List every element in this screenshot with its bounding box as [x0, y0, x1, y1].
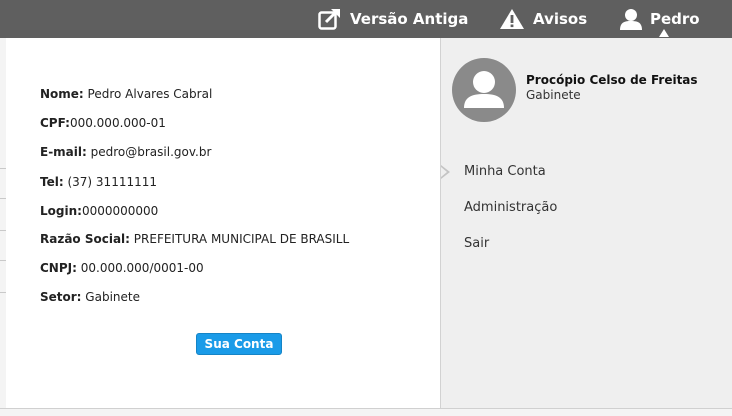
user-dropdown: Nome: Pedro Alvares Cabral CPF:000.000.0… [6, 38, 732, 408]
info-row-cnpj: CNPJ: 00.000.000/0001-00 [40, 261, 204, 275]
info-label: E-mail: [40, 145, 87, 159]
info-label: Razão Social: [40, 232, 130, 246]
avisos-link[interactable]: Avisos [499, 0, 587, 38]
info-label: Setor: [40, 290, 82, 304]
info-value: Gabinete [81, 290, 140, 304]
versao-antiga-label: Versão Antiga [350, 10, 469, 28]
user-icon [620, 8, 642, 30]
info-row-razao-social: Razão Social: PREFEITURA MUNICIPAL DE BR… [40, 232, 349, 246]
info-label: Tel: [40, 175, 64, 189]
menu-pointer-icon [441, 165, 450, 179]
info-label: Login: [40, 204, 82, 218]
info-label: CNPJ: [40, 261, 77, 275]
info-row-cpf: CPF:000.000.000-01 [40, 116, 166, 130]
avatar [452, 58, 516, 122]
user-menu-panel: Procópio Celso de Freitas Gabinete Minha… [440, 38, 732, 408]
external-link-icon [318, 8, 342, 30]
info-label: CPF: [40, 116, 70, 130]
info-value: 00.000.000/0001-00 [76, 261, 204, 275]
versao-antiga-link[interactable]: Versão Antiga [318, 0, 468, 38]
info-value: 000.000.000-01 [69, 116, 166, 130]
user-name-label: Pedro [650, 10, 700, 28]
menu-item-minha-conta[interactable]: Minha Conta [464, 164, 546, 179]
account-info-panel: Nome: Pedro Alvares Cabral CPF:000.000.0… [6, 38, 440, 408]
info-value: PREFEITURA MUNICIPAL DE BRASILL [129, 232, 350, 246]
info-value: Pedro Alvares Cabral [83, 87, 213, 101]
info-label: Nome: [40, 87, 84, 101]
top-bar: Versão Antiga Avisos Pedro [0, 0, 732, 38]
profile-role: Gabinete [526, 88, 581, 102]
menu-item-administracao[interactable]: Administração [464, 200, 557, 215]
warning-icon [499, 8, 525, 30]
info-row-login: Login:0000000000 [40, 204, 158, 218]
profile-name: Procópio Celso de Freitas [526, 73, 698, 87]
avatar-person-icon [464, 71, 504, 108]
info-row-email: E-mail: pedro@brasil.gov.br [40, 145, 211, 159]
sua-conta-button[interactable]: Sua Conta [196, 333, 282, 355]
dropdown-caret-icon [659, 29, 669, 37]
info-value: (37) 31111111 [63, 175, 157, 189]
info-row-tel: Tel: (37) 31111111 [40, 175, 157, 189]
info-value: 0000000000 [81, 204, 159, 218]
info-row-nome: Nome: Pedro Alvares Cabral [40, 87, 212, 101]
menu-item-sair[interactable]: Sair [464, 236, 489, 251]
info-value: pedro@brasil.gov.br [86, 145, 212, 159]
info-row-setor: Setor: Gabinete [40, 290, 140, 304]
avisos-label: Avisos [533, 10, 588, 28]
